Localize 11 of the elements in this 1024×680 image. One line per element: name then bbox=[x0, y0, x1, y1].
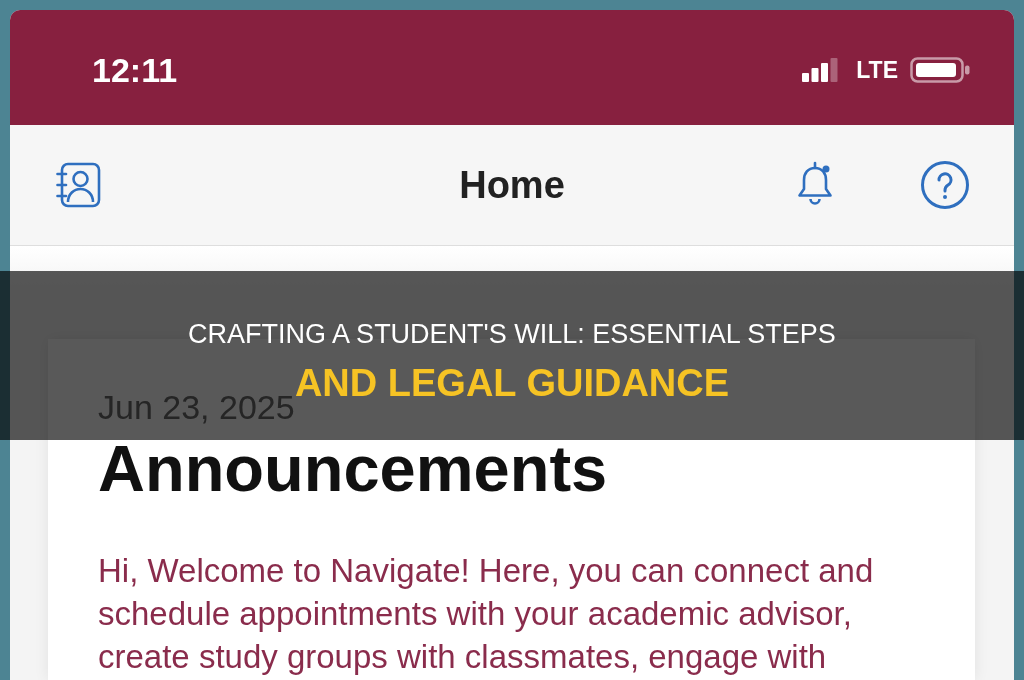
banner-title: CRAFTING A STUDENT'S WILL: ESSENTIAL STEPS bbox=[188, 317, 836, 351]
contact-book-icon[interactable] bbox=[54, 161, 102, 209]
network-label: LTE bbox=[856, 56, 898, 84]
signal-bars-icon bbox=[802, 58, 839, 82]
announcement-text: Hi, Welcome to Navigate! Here, you can connect and schedule appointments with your academic advisor, create study groups with classmates, engage with bbox=[98, 551, 875, 677]
battery-icon bbox=[910, 57, 970, 83]
banner-subtitle: AND LEGAL GUIDANCE bbox=[294, 360, 730, 406]
announcement-heading: Announcements bbox=[98, 433, 609, 505]
status-time: 12:11 bbox=[92, 50, 178, 90]
help-icon[interactable] bbox=[920, 160, 970, 210]
page-title: Home bbox=[459, 163, 565, 207]
